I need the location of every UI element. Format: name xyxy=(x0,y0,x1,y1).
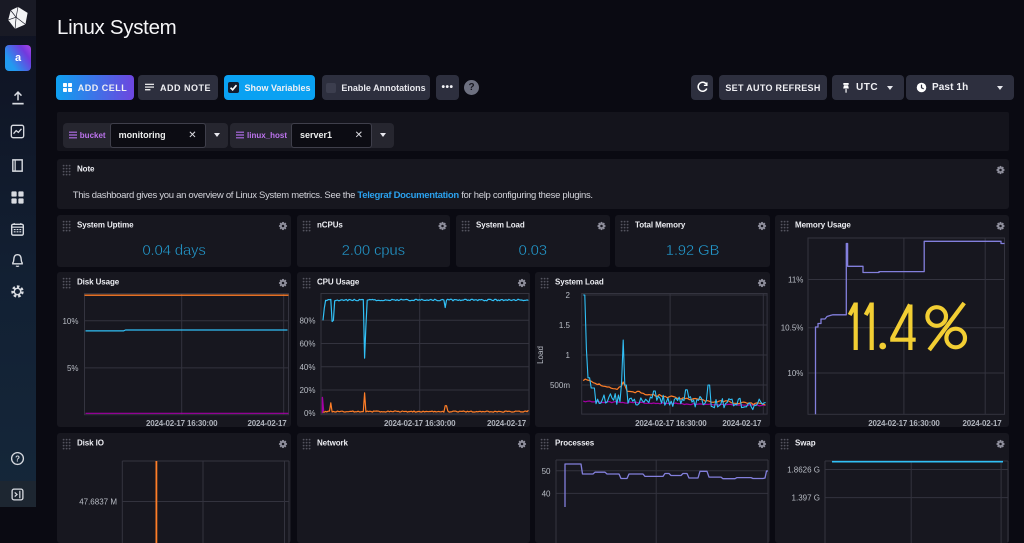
svg-text:10%: 10% xyxy=(62,317,78,326)
svg-text:Memory Usage: Memory Usage xyxy=(795,220,851,229)
svg-text:60%: 60% xyxy=(299,340,315,349)
svg-text:nCPUs: nCPUs xyxy=(317,220,343,229)
svg-text:?: ? xyxy=(15,454,20,463)
svg-text:2024-02-17: 2024-02-17 xyxy=(248,419,288,427)
svg-text:CPU Usage: CPU Usage xyxy=(317,277,360,286)
svg-text:10%: 10% xyxy=(787,369,803,378)
svg-text:47.6837 M: 47.6837 M xyxy=(79,498,117,507)
svg-text:80%: 80% xyxy=(299,316,315,325)
svg-text:Total Memory: Total Memory xyxy=(635,220,686,229)
svg-text:System Uptime: System Uptime xyxy=(77,220,134,229)
svg-text:Note: Note xyxy=(77,164,95,173)
svg-text:2: 2 xyxy=(566,291,571,300)
svg-text:2024-02-17 16:30:00: 2024-02-17 16:30:00 xyxy=(146,419,218,427)
svg-text:500m: 500m xyxy=(550,381,570,390)
svg-text:1.8626 G: 1.8626 G xyxy=(787,466,820,475)
svg-text:Disk IO: Disk IO xyxy=(77,438,104,447)
svg-text:20%: 20% xyxy=(299,386,315,395)
svg-text:2024-02-17 16:30:00: 2024-02-17 16:30:00 xyxy=(635,419,707,427)
svg-text:2024-02-17 16:30:00: 2024-02-17 16:30:00 xyxy=(868,419,940,427)
svg-text:Load: Load xyxy=(536,346,545,364)
svg-text:System Load: System Load xyxy=(476,220,525,229)
svg-text:40%: 40% xyxy=(299,363,315,372)
svg-text:2024-02-17: 2024-02-17 xyxy=(722,419,762,427)
svg-text:Disk Usage: Disk Usage xyxy=(77,277,120,286)
svg-text:Network: Network xyxy=(317,438,349,447)
svg-text:2024-02-17: 2024-02-17 xyxy=(487,419,527,427)
svg-text:5%: 5% xyxy=(67,364,79,373)
svg-text:1.5: 1.5 xyxy=(559,321,571,330)
svg-text:11%: 11% xyxy=(788,276,803,285)
svg-text:1: 1 xyxy=(566,351,571,360)
svg-text:1.397 G: 1.397 G xyxy=(792,494,820,503)
svg-text:2024-02-17 16:30:00: 2024-02-17 16:30:00 xyxy=(384,419,456,427)
svg-text:10.5%: 10.5% xyxy=(781,324,804,333)
svg-text:50: 50 xyxy=(542,467,551,476)
svg-text:2024-02-17: 2024-02-17 xyxy=(963,419,1003,427)
svg-text:40: 40 xyxy=(542,489,551,498)
svg-text:Processes: Processes xyxy=(555,438,595,447)
svg-text:System Load: System Load xyxy=(555,277,604,286)
svg-text:Swap: Swap xyxy=(795,438,816,447)
svg-text:0%: 0% xyxy=(303,409,315,418)
